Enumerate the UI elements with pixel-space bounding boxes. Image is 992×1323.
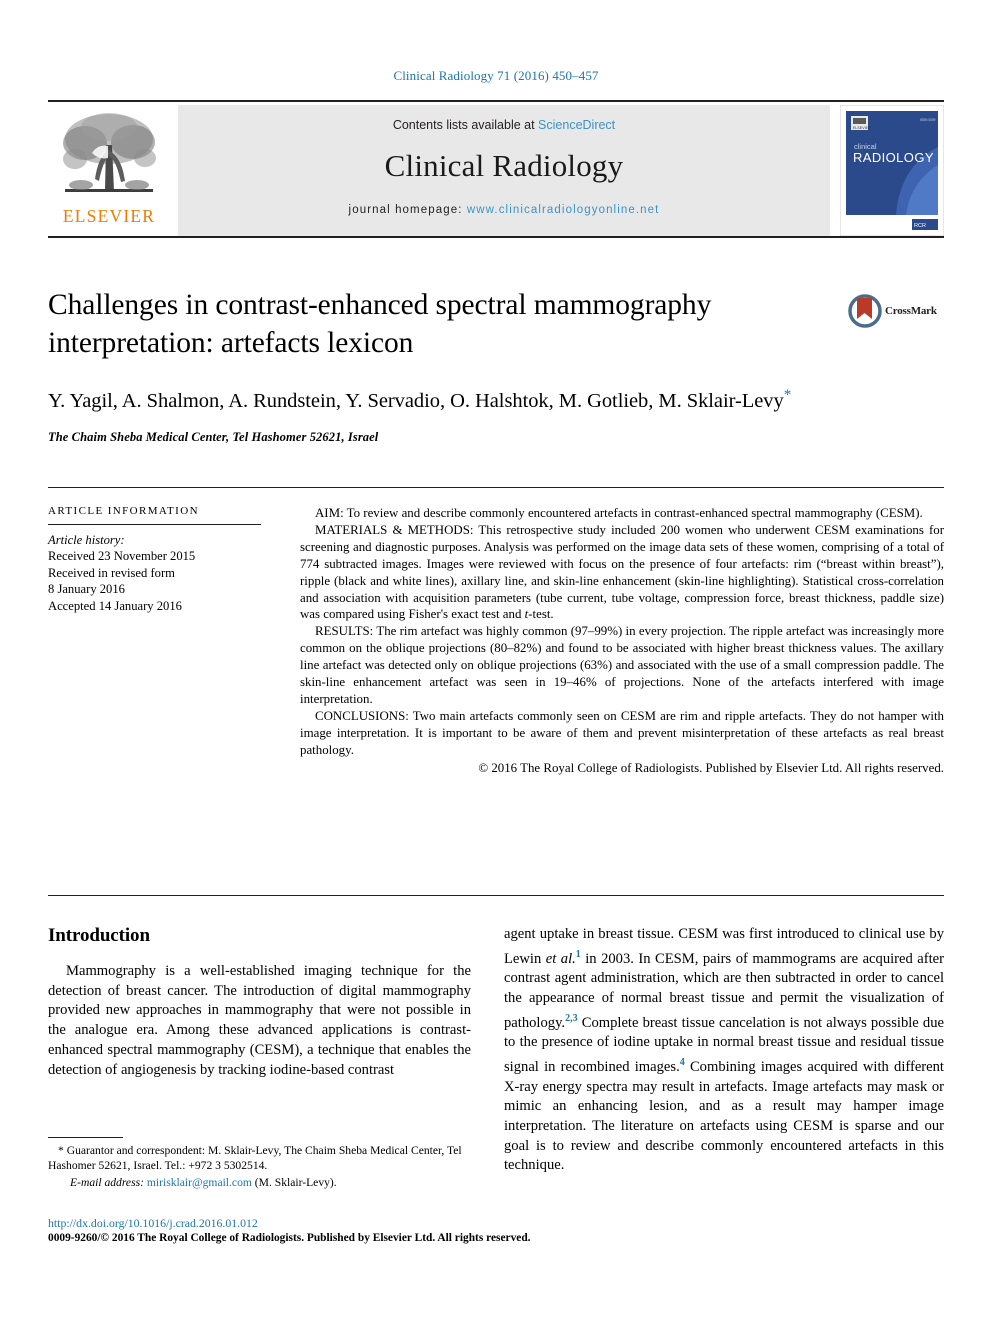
journal-homepage-link[interactable]: www.clinicalradiologyonline.net [467,204,660,216]
article-information-heading: ARTICLE INFORMATION [48,505,199,517]
svg-text:RCR: RCR [914,223,926,229]
journal-cover-thumbnail: ELSEVIER ISSN 0009 clinical RADIOLOGY RC… [839,104,945,237]
contents-available-line: Contents lists available at ScienceDirec… [178,118,830,132]
running-head: Clinical Radiology 71 (2016) 450–457 [393,68,599,83]
abstract-copyright: © 2016 The Royal College of Radiologists… [478,760,944,775]
abstract: AIM: To review and describe commonly enc… [300,505,944,777]
footer-block: http://dx.doi.org/10.1016/j.crad.2016.01… [48,1216,748,1245]
svg-text:ELSEVIER: ELSEVIER [853,126,871,130]
intro-paragraph-left: Mammography is a well-established imagin… [48,963,471,1078]
footnote-email-line: E-mail address: mirisklair@gmail.com (M.… [48,1175,471,1190]
abstract-results-text: The rim artefact was highly common (97–9… [300,624,944,706]
abstract-aim-label: AIM: [315,506,344,520]
article-history: Article history: Received 23 November 20… [48,532,263,614]
doi-link[interactable]: http://dx.doi.org/10.1016/j.crad.2016.01… [48,1216,748,1231]
sciencedirect-link[interactable]: ScienceDirect [538,118,615,132]
abstract-top-rule [48,487,944,488]
affiliation: The Chaim Sheba Medical Center, Tel Hash… [48,429,379,444]
footnote-block: * Guarantor and correspondent: M. Sklair… [48,1143,471,1190]
abstract-methods-text-b: -test. [528,607,554,622]
footnote-email-link[interactable]: mirisklair@gmail.com [147,1176,252,1189]
journal-title: Clinical Radiology [384,148,624,183]
journal-contents-block: Contents lists available at ScienceDirec… [178,105,830,236]
article-revised-date: 8 January 2016 [48,582,125,597]
article-information-rule [48,524,261,525]
abstract-conclusions-paragraph: CONCLUSIONS: Two main artefacts commonly… [300,708,944,759]
svg-text:ISSN 0009: ISSN 0009 [920,118,936,122]
abstract-methods-label: MATERIALS & METHODS: [315,522,474,537]
abstract-conclusions-label: CONCLUSIONS: [315,708,409,723]
abstract-methods-paragraph: MATERIALS & METHODS: This retrospective … [300,522,944,623]
article-history-label: Article history: [48,533,125,547]
abstract-results-paragraph: RESULTS: The rim artefact was highly com… [300,623,944,708]
page-title: Challenges in contrast-enhanced spectral… [48,289,712,359]
svg-text:RADIOLOGY: RADIOLOGY [853,150,934,165]
citation-ref-2-3[interactable]: 2,3 [565,1013,578,1024]
issn-copyright-line: 0009-9260/© 2016 The Royal College of Ra… [48,1231,531,1244]
body-column-left: Mammography is a well-established imagin… [48,962,471,1080]
footnote-email-attribution: (M. Sklair-Levy). [251,1175,337,1189]
article-accepted-date: Accepted 14 January 2016 [48,598,182,613]
elsevier-tree-icon [63,113,156,192]
article-information-panel: ARTICLE INFORMATION Article history: Rec… [48,505,263,614]
intro-paragraph-right: agent uptake in breast tissue. CESM was … [504,925,944,1176]
author-list: Y. Yagil, A. Shalmon, A. Rundstein, Y. S… [48,381,838,416]
crossmark-badge[interactable]: CrossMark [848,288,944,334]
intro-right-text-4: Combining images acquired with different… [504,1058,944,1174]
footnote-guarantor: * Guarantor and correspondent: M. Sklair… [48,1144,462,1173]
section-heading-introduction: Introduction [48,925,150,946]
footnote-divider [48,1137,123,1138]
crossmark-label: CrossMark [885,305,937,317]
abstract-bottom-rule [48,895,944,896]
elsevier-wordmark: ELSEVIER [62,206,156,226]
journal-masthead: ELSEVIER Contents lists available at Sci… [48,100,945,238]
contents-prefix-text: Contents lists available at [392,118,539,132]
footnote-email-label: E-mail address: [70,1175,144,1189]
homepage-prefix-text: journal homepage: [348,204,467,216]
corresponding-author-marker: * [783,387,792,403]
abstract-methods-text-a: This retrospective study included 200 wo… [300,522,944,622]
article-revised-label: Received in revised form [48,565,175,580]
abstract-results-label: RESULTS: [315,624,374,639]
journal-cover-image: ELSEVIER ISSN 0009 clinical RADIOLOGY RC… [839,104,945,237]
author-names: Y. Yagil, A. Shalmon, A. Rundstein, Y. S… [48,389,784,412]
title-block: Challenges in contrast-enhanced spectral… [48,286,838,445]
elsevier-logo: ELSEVIER [48,105,170,236]
body-column-right: agent uptake in breast tissue. CESM was … [504,925,944,1176]
article-page: Clinical Radiology 71 (2016) 450–457 ELS… [0,0,992,1323]
abstract-aim-text: To review and describe commonly encounte… [343,506,923,520]
intro-right-italic-1: et al. [545,950,576,967]
journal-homepage-line: journal homepage: www.clinicalradiologyo… [178,204,830,216]
article-received-date: Received 23 November 2015 [48,549,196,564]
crossmark-icon [848,294,882,328]
abstract-aim-paragraph: AIM: To review and describe commonly enc… [300,505,944,522]
